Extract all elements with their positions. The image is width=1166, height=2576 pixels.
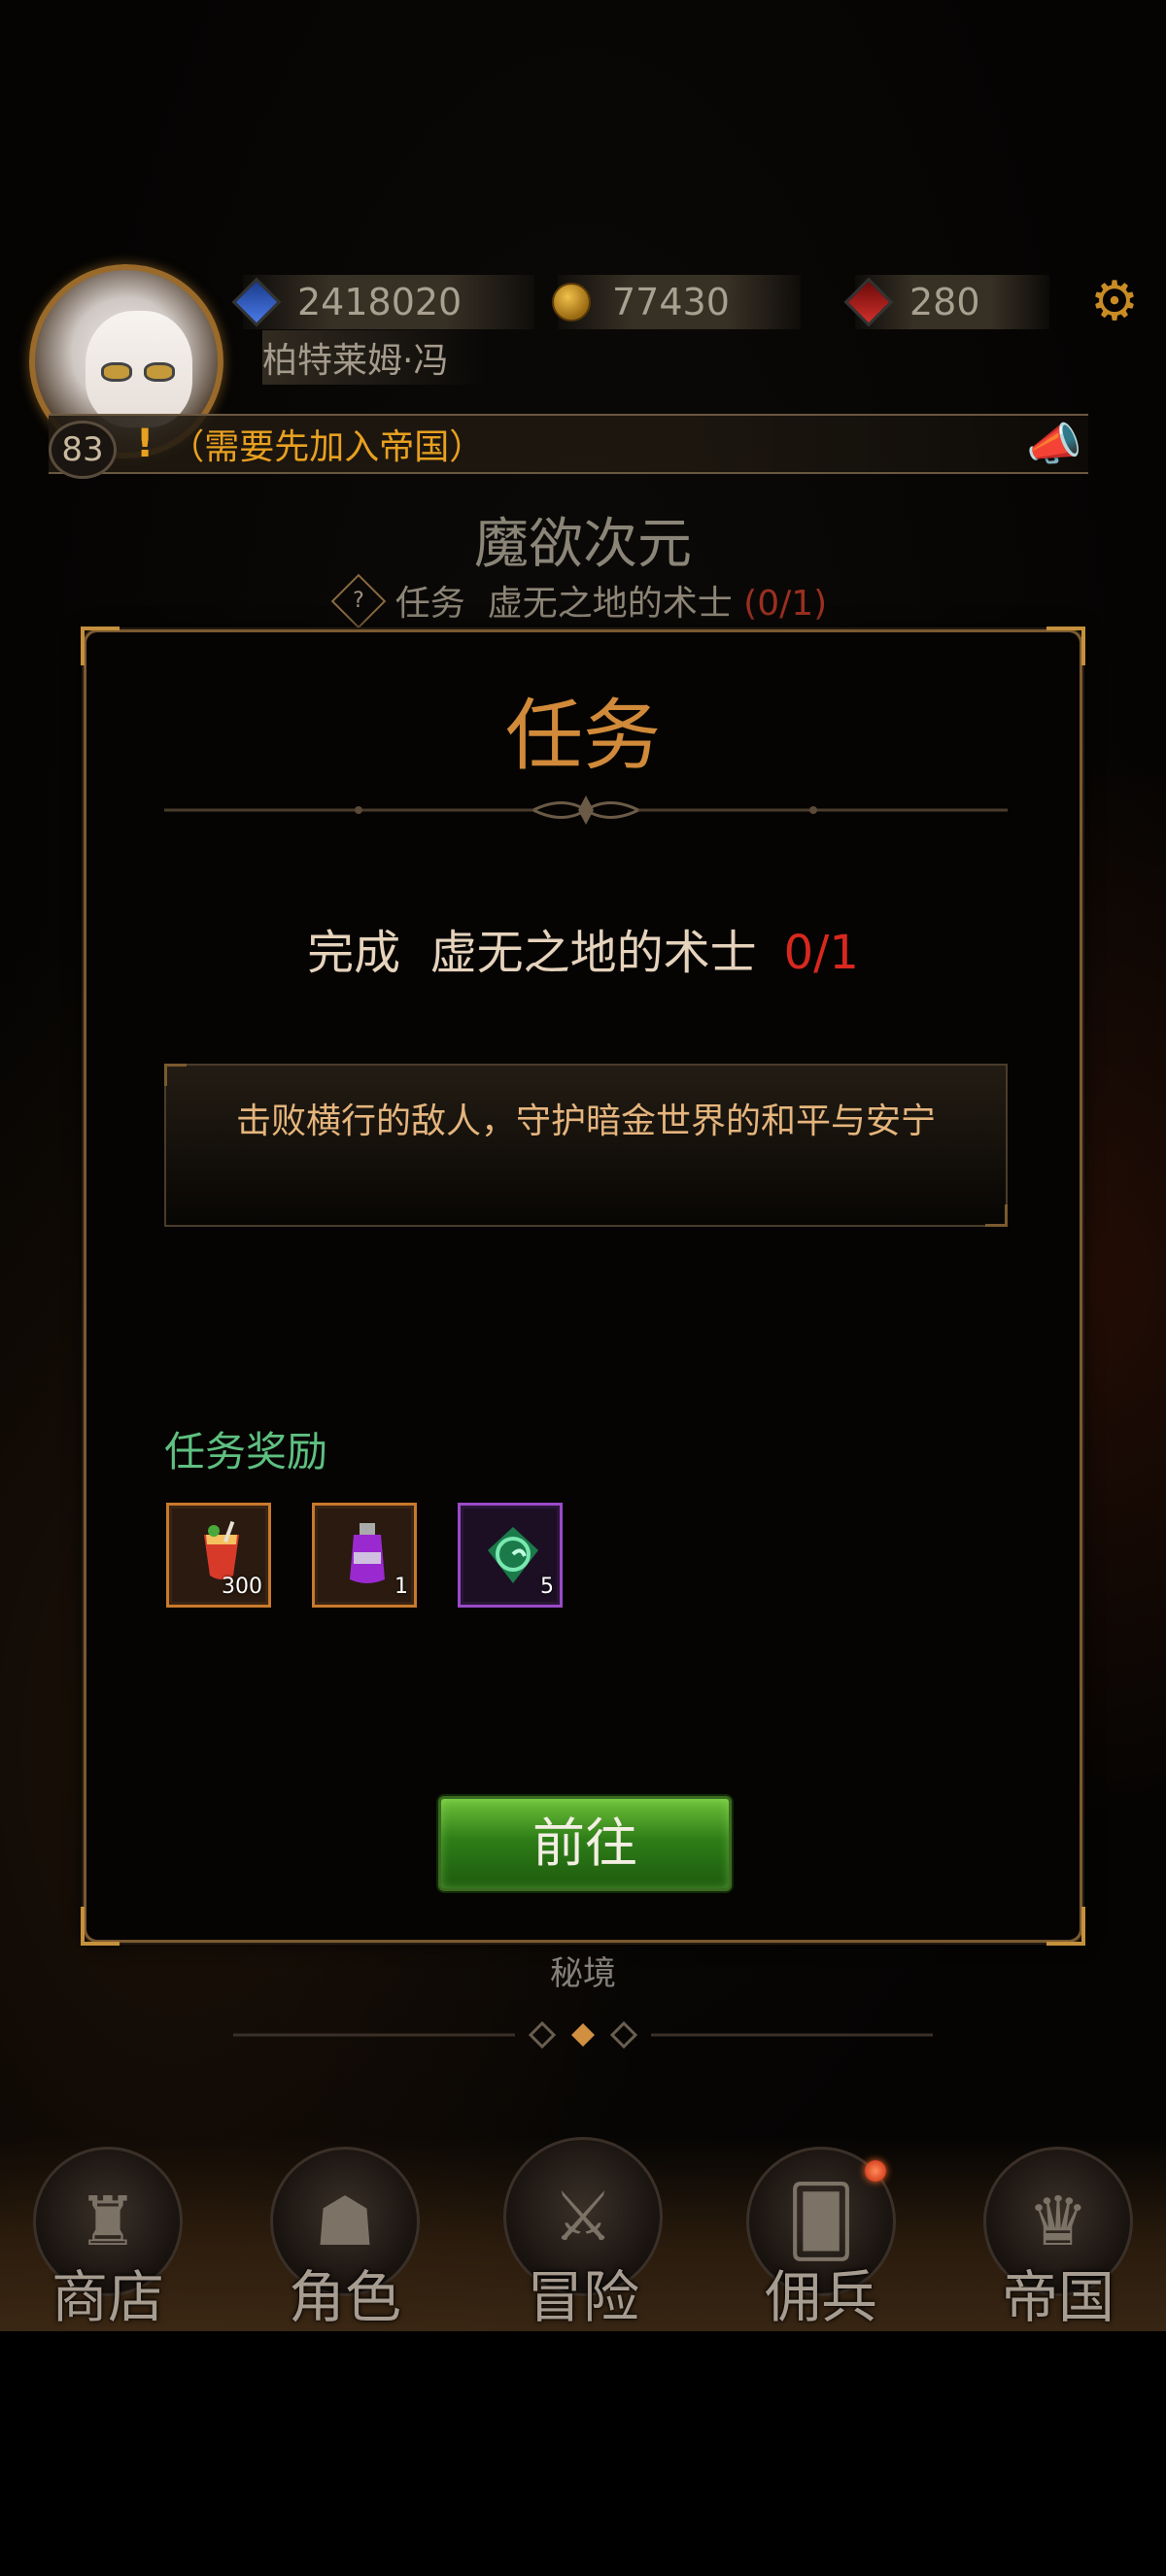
goal-count: 0/1: [783, 926, 859, 980]
avatar-eye-left: [101, 362, 132, 382]
title-divider-ornament: [164, 796, 1008, 825]
nav-label: 佣兵: [764, 2264, 877, 2330]
reward-qty: 300: [222, 1575, 262, 1599]
goal-prefix: 完成: [307, 926, 401, 980]
frame-corner: [81, 1907, 120, 1946]
page-indicator: [233, 2020, 933, 2050]
reward-qty: 5: [540, 1575, 554, 1599]
reward-item[interactable]: 300: [166, 1503, 271, 1608]
gold-value: 77430: [612, 281, 730, 323]
quest-description-box: 击败横行的敌人，守护暗金世界的和平与安宁: [164, 1064, 1008, 1227]
nav-shop[interactable]: ♜ 商店: [25, 2147, 190, 2331]
gold-coin-icon: [548, 279, 595, 325]
world-title: 魔欲次元: [474, 513, 692, 576]
resource-red-gem[interactable]: 280: [843, 275, 1049, 329]
player-name: 柏特莱姆·冯: [262, 330, 488, 385]
frame-corner: [81, 627, 120, 665]
nav-empire[interactable]: ♛ 帝国: [976, 2147, 1141, 2331]
dialog-title: 任务: [505, 691, 661, 781]
notice-bar[interactable]: ! （需要先加入帝国）: [49, 414, 1088, 474]
reward-item[interactable]: 1: [312, 1503, 417, 1608]
reward-list: 300 1 5: [166, 1503, 563, 1608]
current-quest-line[interactable]: ? 任务 虚无之地的术士 (0/1): [0, 573, 1166, 629]
quest-help-icon: ?: [330, 573, 387, 629]
blue-gem-value: 2418020: [297, 281, 463, 323]
settings-gear-icon[interactable]: ⚙: [1086, 274, 1143, 330]
resource-gold[interactable]: 77430: [552, 275, 801, 329]
quest-name: 虚无之地的术士: [487, 584, 733, 624]
red-gem-icon: [843, 277, 894, 327]
bottom-nav: ♜ 商店 ☗ 角色 ⚔ 冒险 🂠 佣兵 ♛ 帝国: [0, 2137, 1166, 2331]
nav-label: 冒险: [526, 2264, 639, 2330]
notice-mark: !: [136, 422, 154, 466]
frame-corner: [1046, 627, 1085, 665]
nav-label: 商店: [51, 2264, 164, 2330]
quest-dialog: 任务 完成 虚无之地的术士 0/1 击败横行的敌人，守护暗金世界的和平与安宁 任务…: [81, 627, 1085, 1946]
reward-item[interactable]: 5: [458, 1503, 563, 1608]
quest-goal: 完成 虚无之地的术士 0/1: [86, 914, 1080, 982]
nav-character[interactable]: ☗ 角色: [262, 2147, 428, 2331]
red-gem-value: 280: [909, 281, 980, 323]
frame-corner: [1046, 1907, 1085, 1946]
reward-qty: 1: [394, 1575, 408, 1599]
quest-progress: (0/1): [743, 584, 828, 624]
go-button[interactable]: 前往: [438, 1796, 732, 1891]
notice-text: （需要先加入帝国）: [169, 427, 485, 467]
nav-mercenary[interactable]: 🂠 佣兵: [738, 2147, 904, 2331]
green-swirl-stone-icon: [488, 1527, 538, 1583]
nav-label: 角色: [288, 2264, 401, 2330]
notification-dot: [865, 2160, 886, 2182]
quest-description: 击败横行的敌人，守护暗金世界的和平与安宁: [235, 1102, 936, 1141]
player-level-badge: 83: [49, 421, 117, 479]
nav-adventure[interactable]: ⚔ 冒险: [500, 2137, 666, 2330]
blue-gem-icon: [231, 277, 282, 327]
secret-realm-label[interactable]: 秘境: [0, 1947, 1166, 1994]
purple-potion-icon: [350, 1523, 385, 1583]
resource-blue-gem[interactable]: 2418020: [231, 275, 534, 329]
quest-prefix: 任务: [394, 584, 465, 624]
nav-label: 帝国: [1001, 2264, 1115, 2330]
reward-label: 任务奖励: [164, 1428, 328, 1475]
announcement-horn-icon[interactable]: 📣: [1026, 416, 1082, 472]
goal-name: 虚无之地的术士: [429, 926, 757, 980]
avatar-eye-right: [144, 362, 175, 382]
